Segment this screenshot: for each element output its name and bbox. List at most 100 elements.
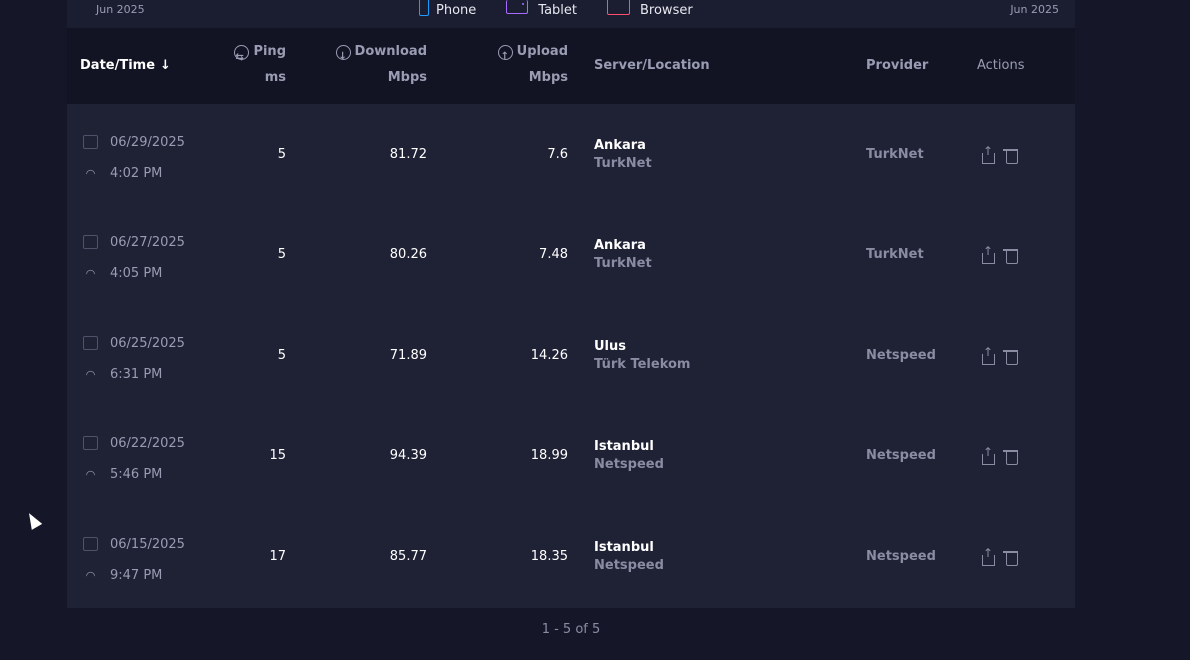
upload-value: 7.6	[547, 147, 568, 162]
mouse-cursor-icon	[23, 510, 43, 530]
actions-cell	[980, 345, 1026, 366]
download-icon	[335, 44, 351, 70]
calendar-icon	[83, 235, 98, 249]
date-cell: 06/29/2025 ◠ 4:02 PM	[83, 132, 185, 194]
legend-label-browser: Browser	[640, 2, 693, 18]
actions-cell	[980, 144, 1026, 165]
ping-icon	[234, 44, 250, 71]
table-row: 06/25/2025 ◠ 6:31 PM 5 71.89 14.26 Ulus T…	[67, 306, 1075, 406]
time-text: 4:05 PM	[110, 265, 163, 281]
share-icon[interactable]	[980, 445, 996, 466]
column-header-actions: Actions	[977, 58, 1025, 73]
wifi-icon: ◠	[85, 367, 96, 381]
ping-value: 5	[277, 247, 286, 262]
provider-value: Netspeed	[866, 549, 936, 564]
share-icon[interactable]	[980, 345, 996, 366]
server-isp: Netspeed	[594, 457, 664, 472]
legend-item-browser[interactable]: Browser	[607, 0, 693, 18]
results-table: Date/Time ↓ Ping ms Download Mbps Upload…	[67, 28, 1075, 608]
date-cell: 06/25/2025 ◠ 6:31 PM	[83, 333, 185, 395]
download-header-label: Download	[354, 44, 427, 59]
column-header-date-label: Date/Time	[80, 58, 156, 73]
upload-header-label: Upload	[516, 44, 568, 59]
delete-icon[interactable]	[1003, 147, 1019, 165]
server-isp: TurkNet	[594, 156, 652, 171]
column-header-upload[interactable]: Upload Mbps	[497, 39, 568, 91]
table-row: 06/29/2025 ◠ 4:02 PM 5 81.72 7.6 Ankara T…	[67, 105, 1075, 205]
delete-icon[interactable]	[1003, 549, 1019, 567]
server-city: Ulus	[594, 339, 627, 354]
provider-value: Netspeed	[866, 348, 936, 363]
axis-date-left: Jun 2025	[96, 3, 145, 16]
provider-value: TurkNet	[866, 247, 924, 262]
actions-cell	[980, 546, 1026, 567]
download-value: 71.89	[389, 348, 427, 363]
calendar-icon	[83, 336, 98, 350]
time-text: 5:46 PM	[110, 466, 163, 482]
tablet-icon	[506, 0, 529, 14]
server-city: Istanbul	[594, 439, 654, 454]
ping-value: 5	[277, 348, 286, 363]
ping-value: 5	[277, 147, 286, 162]
share-icon[interactable]	[980, 144, 996, 165]
actions-cell	[980, 244, 1026, 265]
device-legend: Phone Tablet Browser	[419, 0, 723, 20]
ping-value: 15	[269, 448, 286, 463]
wifi-icon: ◠	[85, 266, 96, 280]
share-icon[interactable]	[980, 546, 996, 567]
download-value: 94.39	[389, 448, 427, 463]
delete-icon[interactable]	[1003, 348, 1019, 366]
legend-item-phone[interactable]: Phone	[419, 0, 477, 18]
share-icon[interactable]	[980, 244, 996, 265]
server-city: Ankara	[594, 138, 646, 153]
column-header-date[interactable]: Date/Time ↓	[80, 58, 171, 73]
calendar-icon	[83, 436, 98, 450]
column-header-download[interactable]: Download Mbps	[335, 39, 427, 91]
server-isp: TurkNet	[594, 256, 652, 271]
date-text: 06/15/2025	[110, 536, 185, 552]
column-header-server[interactable]: Server/Location	[594, 58, 710, 73]
table-row: 06/15/2025 ◠ 9:47 PM 17 85.77 18.35 Istan…	[67, 507, 1075, 607]
legend-item-tablet[interactable]: Tablet	[506, 0, 577, 18]
server-cell: Ulus Türk Telekom	[594, 339, 690, 372]
axis-date-right: Jun 2025	[1010, 3, 1059, 16]
server-city: Istanbul	[594, 540, 654, 555]
server-cell: Istanbul Netspeed	[594, 439, 664, 472]
chart-footer-strip: Jun 2025 Phone Tablet Browser Jun 2025	[67, 0, 1075, 28]
date-text: 06/22/2025	[110, 435, 185, 451]
download-value: 80.26	[389, 247, 427, 262]
date-text: 06/29/2025	[110, 134, 185, 150]
server-cell: Ankara TurkNet	[594, 138, 652, 171]
table-header: Date/Time ↓ Ping ms Download Mbps Upload…	[67, 28, 1075, 104]
upload-icon	[497, 44, 513, 70]
column-header-ping[interactable]: Ping ms	[234, 39, 286, 91]
legend-label-tablet: Tablet	[538, 2, 577, 18]
legend-label-phone: Phone	[436, 2, 477, 18]
delete-icon[interactable]	[1003, 247, 1019, 265]
table-row: 06/27/2025 ◠ 4:05 PM 5 80.26 7.48 Ankara …	[67, 205, 1075, 305]
actions-cell	[980, 445, 1026, 466]
sort-arrow-down-icon: ↓	[160, 58, 171, 73]
provider-value: Netspeed	[866, 448, 936, 463]
wifi-icon: ◠	[85, 166, 96, 180]
time-text: 4:02 PM	[110, 165, 163, 181]
calendar-icon	[83, 135, 98, 149]
server-cell: Ankara TurkNet	[594, 238, 652, 271]
upload-value: 18.99	[530, 448, 568, 463]
provider-value: TurkNet	[866, 147, 924, 162]
wifi-icon: ◠	[85, 568, 96, 582]
wifi-icon: ◠	[85, 467, 96, 481]
phone-icon	[419, 0, 429, 16]
upload-value: 18.35	[530, 549, 568, 564]
time-text: 9:47 PM	[110, 567, 163, 583]
delete-icon[interactable]	[1003, 448, 1019, 466]
pagination-summary: 1 - 5 of 5	[541, 622, 601, 637]
date-text: 06/27/2025	[110, 234, 185, 250]
download-unit-label: Mbps	[387, 70, 427, 85]
calendar-icon	[83, 537, 98, 551]
column-header-provider[interactable]: Provider	[866, 58, 928, 73]
date-cell: 06/27/2025 ◠ 4:05 PM	[83, 232, 185, 294]
date-cell: 06/15/2025 ◠ 9:47 PM	[83, 534, 185, 596]
table-row: 06/22/2025 ◠ 5:46 PM 15 94.39 18.99 Istan…	[67, 406, 1075, 506]
date-cell: 06/22/2025 ◠ 5:46 PM	[83, 433, 185, 495]
